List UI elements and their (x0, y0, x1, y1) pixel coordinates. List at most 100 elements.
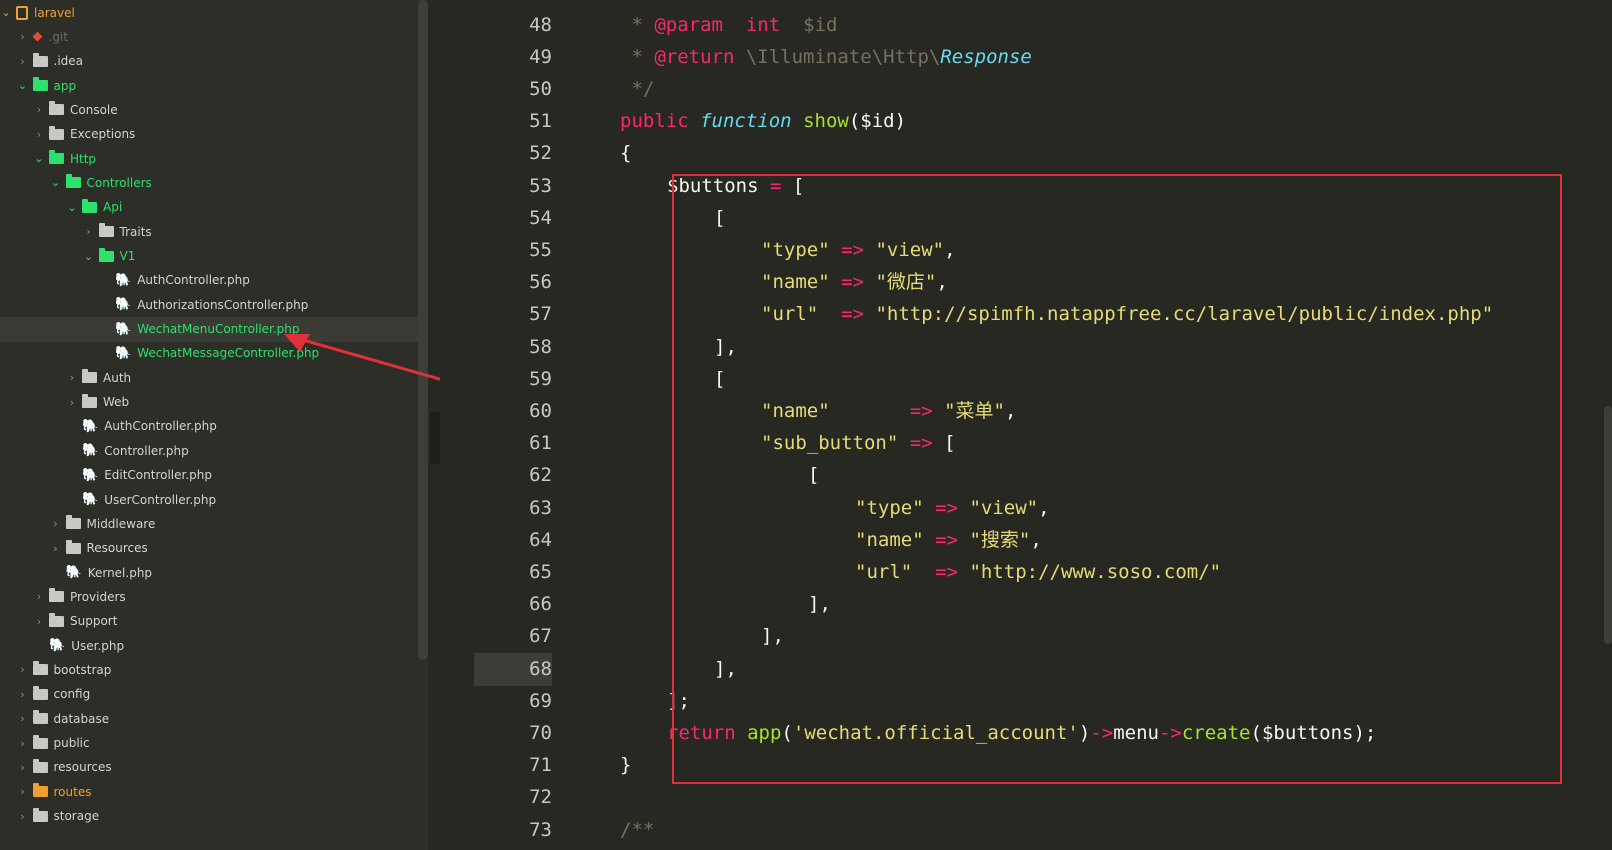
line-number-gutter: 48 49 50 51 52 53 54 55 56 57 58 59 60 61 62 63 64 65 66 67… (440, 0, 592, 850)
chevron-right-icon[interactable]: › (33, 128, 45, 141)
file-tree-file[interactable]: ·🐘AuthorizationsController.php (0, 292, 428, 317)
code-token: public (620, 110, 689, 133)
code-token: $id (803, 13, 838, 36)
code-token: } (620, 754, 632, 777)
code-token: @return (654, 45, 735, 68)
chevron-right-icon[interactable]: › (66, 396, 78, 409)
file-tree-label: Controller.php (104, 443, 189, 458)
line-number: 60 (529, 399, 552, 422)
file-tree-folder[interactable]: › Exceptions (0, 122, 428, 147)
file-tree-label: AuthorizationsController.php (137, 297, 309, 312)
file-tree-folder[interactable]: ⌄ V1 (0, 244, 428, 269)
file-tree-folder[interactable]: › public (0, 731, 428, 756)
chevron-right-icon[interactable]: › (17, 810, 29, 823)
file-tree-label: AuthController.php (137, 273, 250, 288)
code-line[interactable]: /** (620, 814, 654, 847)
chevron-right-icon[interactable]: › (33, 590, 45, 603)
file-tree-folder[interactable]: › Providers (0, 584, 428, 609)
file-tree-folder[interactable]: › database (0, 706, 428, 731)
file-tree-folder[interactable]: › Traits (0, 219, 428, 244)
line-number: 72 (529, 786, 552, 809)
line-number: 50 (529, 77, 552, 100)
code-line[interactable]: { (620, 137, 631, 170)
file-tree-folder[interactable]: › ◆ .git (0, 24, 428, 49)
folder-icon (32, 661, 48, 676)
chevron-down-icon[interactable]: ⌄ (0, 6, 12, 19)
chevron-right-icon[interactable]: › (50, 517, 62, 530)
file-tree-label: .git (48, 29, 68, 44)
folder-icon (98, 223, 114, 238)
folder-icon (49, 101, 64, 116)
file-tree-file[interactable]: ·🐘Controller.php (0, 438, 428, 463)
line-number: 71 (529, 754, 552, 777)
code-line[interactable]: */ (620, 73, 654, 106)
file-tree-folder[interactable]: ⌄ Http (0, 146, 428, 171)
file-tree-folder[interactable]: › routes (0, 779, 428, 804)
code-line[interactable]: public function show($id) (620, 105, 906, 138)
file-tree-folder[interactable]: ⌄ Controllers (0, 170, 428, 195)
chevron-right-icon[interactable]: › (17, 712, 29, 725)
file-tree-label: database (53, 711, 110, 726)
chevron-down-icon[interactable]: ⌄ (50, 176, 62, 189)
chevron-right-icon[interactable]: › (17, 663, 29, 676)
code-token: Response (940, 45, 1032, 68)
chevron-right-icon[interactable]: › (33, 615, 45, 628)
file-tree-label: AuthController.php (104, 419, 217, 434)
line-number: 57 (529, 303, 552, 326)
chevron-right-icon[interactable]: › (50, 542, 62, 555)
chevron-down-icon[interactable]: ⌄ (17, 79, 29, 92)
chevron-right-icon[interactable]: › (33, 103, 45, 116)
file-tree-folder[interactable]: ⌄ Api (0, 195, 428, 220)
code-line[interactable]: * @param int $id (620, 9, 837, 42)
file-tree-folder[interactable]: › Middleware (0, 511, 428, 536)
chevron-right-icon[interactable]: › (17, 761, 29, 774)
chevron-down-icon[interactable]: ⌄ (66, 201, 78, 214)
editor-scrollbar[interactable] (1604, 406, 1612, 644)
file-tree-folder[interactable]: › .idea (0, 49, 428, 74)
php-elephant-icon: 🐘 (115, 272, 132, 288)
file-tree-label: Controllers (86, 175, 152, 190)
file-tree-file[interactable]: ·🐘UserController.php (0, 487, 428, 512)
line-number: 59 (529, 367, 552, 390)
file-tree-file[interactable]: ·🐘User.php (0, 633, 428, 658)
file-tree-folder[interactable]: › bootstrap (0, 657, 428, 682)
file-tree-folder[interactable]: › Resources (0, 536, 428, 561)
file-tree-folder[interactable]: › Support (0, 609, 428, 634)
file-tree-folder[interactable]: ⌄ app (0, 73, 428, 98)
chevron-right-icon[interactable]: › (17, 55, 29, 68)
file-tree-file[interactable]: ·🐘Kernel.php (0, 560, 428, 585)
line-number: 56 (529, 271, 552, 294)
chevron-down-icon[interactable]: ⌄ (83, 250, 95, 263)
chevron-down-icon[interactable]: ⌄ (33, 152, 45, 165)
code-line[interactable]: * @return \Illuminate\Http\Response (620, 41, 1032, 74)
folder-icon (32, 52, 48, 67)
folder-icon (82, 369, 97, 384)
file-tree-label: User.php (71, 638, 125, 653)
file-tree-label: Api (103, 200, 123, 215)
file-tree-file[interactable]: ·🐘AuthController.php (0, 268, 428, 293)
chevron-right-icon[interactable]: › (17, 30, 29, 43)
file-tree-folder[interactable]: › config (0, 682, 428, 707)
code-line[interactable]: } (620, 749, 631, 782)
file-tree-file[interactable]: ·🐘EditController.php (0, 463, 428, 488)
line-number: 65 (529, 560, 552, 583)
file-tree-label: V1 (119, 249, 136, 263)
file-tree-file[interactable]: ·🐘AuthController.php (0, 414, 428, 439)
code-token: int (745, 13, 781, 36)
chevron-right-icon[interactable]: › (17, 785, 29, 798)
chevron-right-icon[interactable]: › (17, 688, 29, 701)
chevron-right-icon[interactable]: › (83, 225, 95, 238)
file-tree-folder[interactable]: ⌄ laravel (0, 0, 428, 25)
file-tree-folder[interactable]: › storage (0, 804, 428, 829)
file-tree-folder[interactable]: › resources (0, 755, 428, 780)
folder-icon (65, 515, 81, 530)
chevron-right-icon[interactable]: › (17, 737, 29, 750)
file-tree-label: Exceptions (70, 127, 136, 142)
line-number: 68 (474, 652, 552, 686)
laravel-logo-icon (16, 5, 28, 20)
file-tree-label: app (53, 78, 77, 93)
file-tree-folder[interactable]: › Console (0, 97, 428, 122)
file-tree-label: resources (53, 760, 112, 775)
chevron-right-icon[interactable]: › (66, 371, 78, 384)
